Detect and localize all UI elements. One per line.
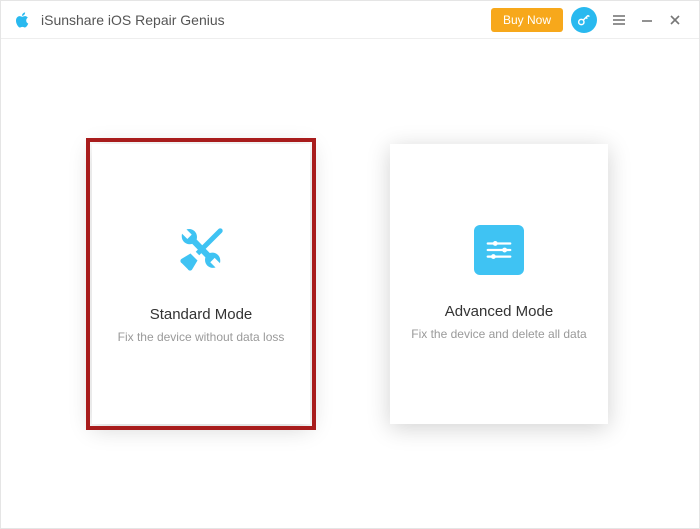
sliders-icon [474, 225, 524, 275]
register-key-button[interactable] [571, 7, 597, 33]
standard-mode-card[interactable]: Standard Mode Fix the device without dat… [92, 144, 310, 424]
advanced-mode-subtitle: Fix the device and delete all data [397, 326, 600, 343]
menu-button[interactable] [605, 1, 633, 39]
minimize-button[interactable] [633, 1, 661, 39]
app-title: iSunshare iOS Repair Genius [41, 12, 225, 28]
app-logo-icon [11, 9, 33, 31]
tools-icon [173, 222, 229, 278]
title-bar: iSunshare iOS Repair Genius Buy Now [1, 1, 699, 39]
standard-mode-subtitle: Fix the device without data loss [104, 329, 299, 346]
buy-now-button[interactable]: Buy Now [491, 8, 563, 32]
close-button[interactable] [661, 1, 689, 39]
advanced-mode-title: Advanced Mode [445, 303, 553, 320]
advanced-mode-card[interactable]: Advanced Mode Fix the device and delete … [390, 144, 608, 424]
main-content: Standard Mode Fix the device without dat… [1, 39, 699, 528]
standard-mode-title: Standard Mode [150, 306, 253, 323]
